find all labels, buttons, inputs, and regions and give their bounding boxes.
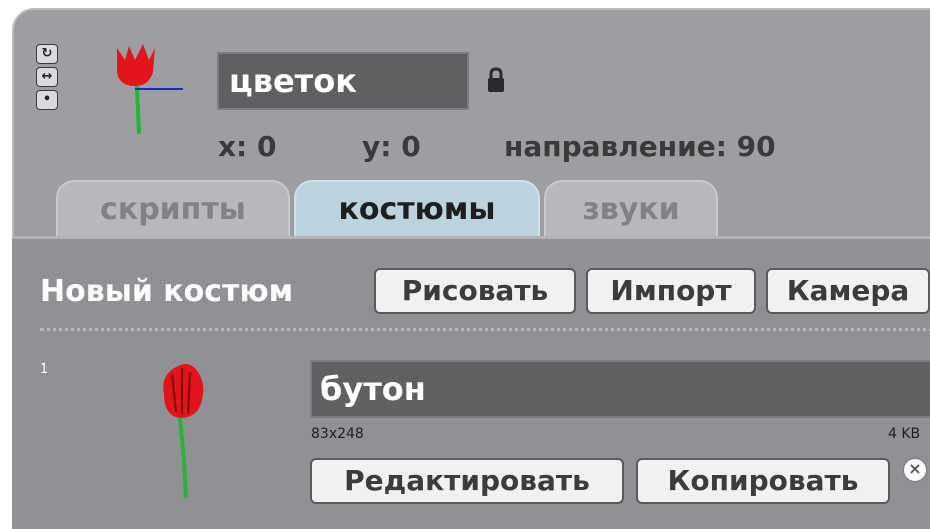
tulip-flower-shape xyxy=(117,44,155,86)
paint-button[interactable]: Рисовать xyxy=(374,268,576,314)
costume-thumbnail[interactable] xyxy=(150,360,220,505)
sprite-name-field[interactable]: цветок xyxy=(217,52,469,110)
costume-number: 1 xyxy=(40,362,49,377)
no-rotate-icon[interactable]: • xyxy=(36,90,58,110)
y-position: y: 0 xyxy=(362,130,421,163)
rotate-icon[interactable]: ↻ xyxy=(36,44,58,64)
delete-icon[interactable]: × xyxy=(903,458,927,482)
bud-flower-shape xyxy=(163,364,204,418)
x-position: x: 0 xyxy=(218,130,277,163)
copy-button[interactable]: Копировать xyxy=(636,458,890,504)
rotation-style-buttons: ↻ ↔ • xyxy=(36,44,62,113)
import-button[interactable]: Импорт xyxy=(586,268,756,314)
tulip-stem-shape xyxy=(135,85,141,135)
left-right-icon[interactable]: ↔ xyxy=(36,67,58,87)
costume-name-field[interactable]: бутон xyxy=(310,360,930,418)
sprite-thumbnail xyxy=(117,44,183,135)
separator xyxy=(40,328,930,331)
costume-file-size: 4 KB xyxy=(888,426,921,442)
tab-sounds[interactable]: звуки xyxy=(544,180,718,236)
tab-scripts[interactable]: скрипты xyxy=(56,180,290,236)
camera-button[interactable]: Камера xyxy=(766,268,930,314)
new-costume-label: Новый костюм xyxy=(40,274,294,309)
costume-dimensions: 83x248 xyxy=(311,426,364,442)
edit-button[interactable]: Редактировать xyxy=(310,458,624,504)
tab-costumes[interactable]: костюмы xyxy=(294,180,540,236)
lock-icon[interactable] xyxy=(486,66,506,94)
direction-value: направление: 90 xyxy=(504,130,776,163)
bud-stem-shape xyxy=(178,417,188,499)
